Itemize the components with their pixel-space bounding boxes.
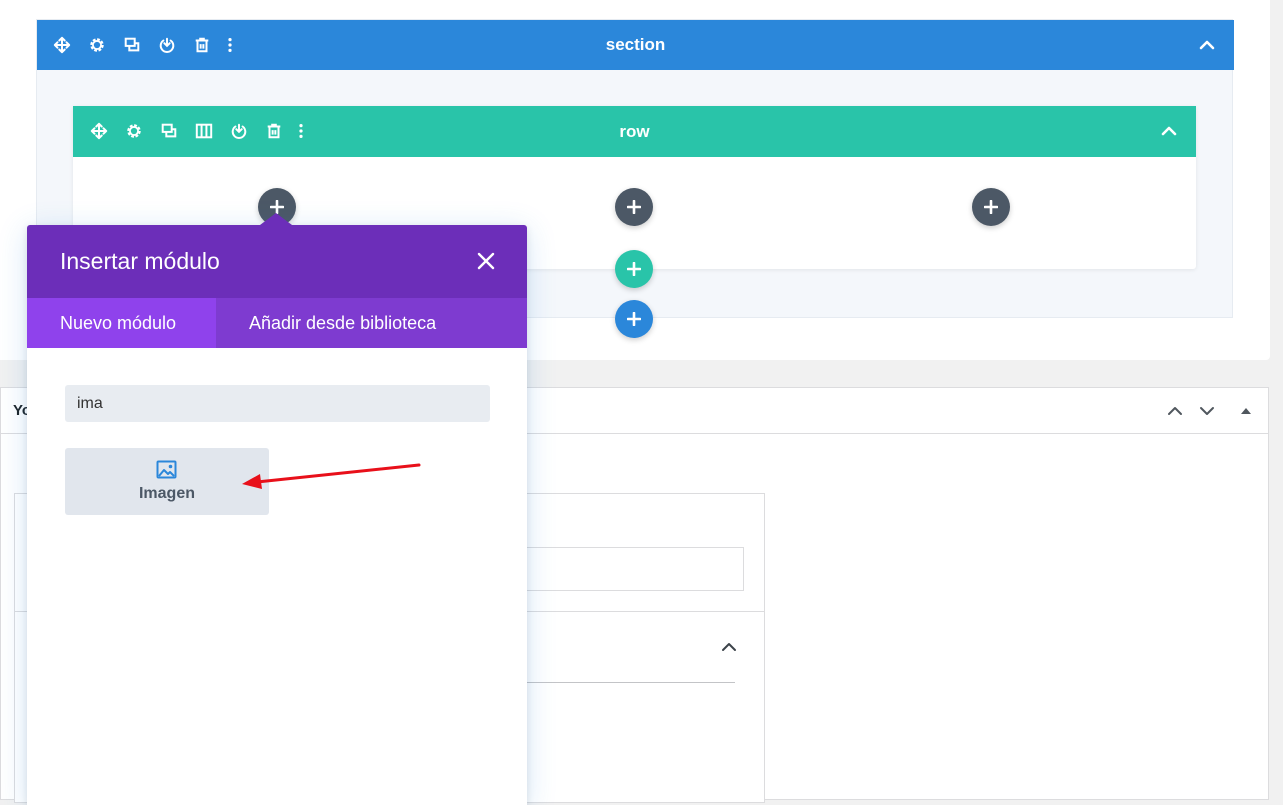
add-module-button-column-3[interactable]: [972, 188, 1010, 226]
modal-header: Insertar módulo: [27, 225, 527, 298]
chevron-up-icon[interactable]: [1196, 34, 1218, 56]
module-search-input[interactable]: [65, 385, 490, 422]
save-icon[interactable]: [157, 35, 177, 55]
duplicate-icon[interactable]: [122, 35, 142, 55]
plus-icon: [984, 200, 998, 214]
modal-tabs: Nuevo módulo Añadir desde biblioteca: [27, 298, 527, 348]
modal-pointer: [260, 213, 292, 225]
chevron-up-icon[interactable]: [1158, 120, 1180, 142]
close-icon[interactable]: [475, 250, 497, 272]
move-icon[interactable]: [52, 35, 72, 55]
settings-icon[interactable]: [124, 121, 144, 141]
divider: [515, 682, 735, 683]
more-icon[interactable]: [291, 121, 311, 141]
chevron-up-icon[interactable]: [718, 636, 740, 658]
columns-icon[interactable]: [194, 121, 214, 141]
metabox-text-field[interactable]: [505, 547, 744, 591]
plus-icon: [627, 200, 641, 214]
annotation-arrow: [242, 463, 421, 489]
add-row-button[interactable]: [615, 250, 653, 288]
add-section-button[interactable]: [615, 300, 653, 338]
row-toolbar[interactable]: row: [73, 106, 1196, 157]
move-up-icon[interactable]: [1163, 399, 1187, 423]
section-title: section: [605, 35, 666, 54]
delete-icon[interactable]: [192, 35, 212, 55]
plus-icon: [627, 312, 641, 326]
plus-icon: [627, 262, 641, 276]
duplicate-icon[interactable]: [159, 121, 179, 141]
modal-title: Insertar módulo: [60, 248, 220, 274]
tab-add-from-library[interactable]: Añadir desde biblioteca: [216, 298, 469, 348]
move-icon[interactable]: [89, 121, 109, 141]
toggle-panel-icon[interactable]: [1234, 399, 1258, 423]
insert-module-modal: Insertar módulo Nuevo módulo Añadir desd…: [27, 213, 527, 805]
delete-icon[interactable]: [264, 121, 284, 141]
add-module-button-column-2[interactable]: [615, 188, 653, 226]
settings-icon[interactable]: [87, 35, 107, 55]
plus-icon: [270, 200, 284, 214]
section-toolbar[interactable]: section: [37, 20, 1234, 70]
save-icon[interactable]: [229, 121, 249, 141]
more-icon[interactable]: [220, 35, 240, 55]
move-down-icon[interactable]: [1195, 399, 1219, 423]
tab-new-module[interactable]: Nuevo módulo: [27, 298, 216, 348]
image-icon: [155, 458, 178, 481]
